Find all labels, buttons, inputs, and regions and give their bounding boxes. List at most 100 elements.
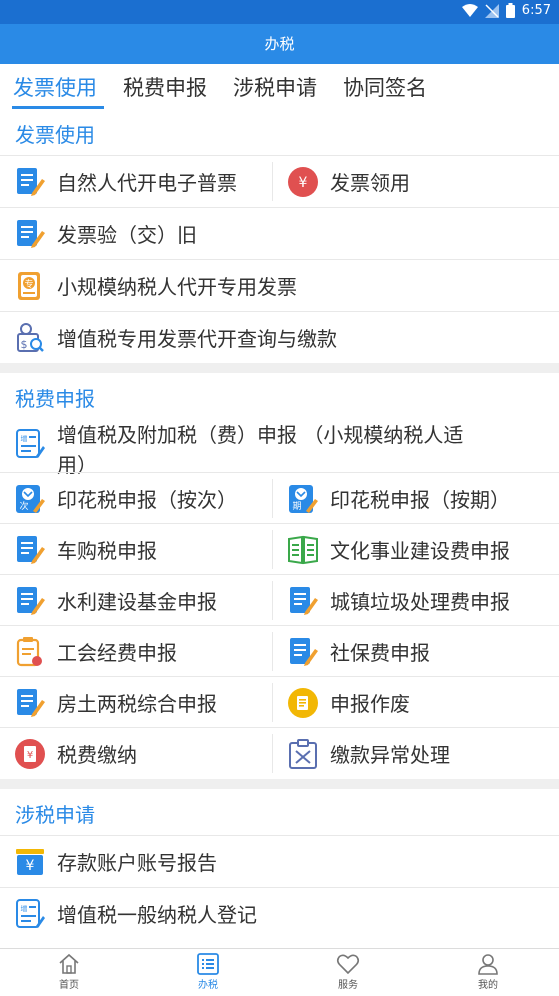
menu-item-tax-payment[interactable]: ¥ 税费缴纳 [0,728,272,779]
nav-label: 办税 [198,980,218,991]
menu-item-label: 车购税申报 [57,539,157,563]
document-edit-icon [287,636,319,668]
section-title-declare: 税费申报 [15,387,95,411]
menu-item-stamp-tax-per-period[interactable]: 期 印花税申报（按期） [273,473,559,524]
home-icon [59,953,79,974]
document-edit-icon [14,218,46,250]
menu-item-label: 水利建设基金申报 [57,590,217,614]
orange-document-icon [16,636,42,666]
menu-item-declare-void[interactable]: 申报作废 [273,677,559,728]
yuan-coin-icon: ¥ [288,166,318,197]
stamp-per-period-icon: 期 [289,484,318,513]
document-edit-icon [287,585,319,617]
vat-declare-icon: 增 [16,429,45,458]
menu-item-special-invoice-issue[interactable]: 专 小规模纳税人代开专用发票 [0,260,559,311]
list-row: 车购税申报 文化事业建设费申报 [0,523,559,575]
nav-label: 首页 [59,980,79,991]
signal-icon [484,3,499,18]
menu-item-union-fee[interactable]: 工会经费申报 [0,626,272,677]
svg-text:$: $ [21,338,28,351]
menu-item-label: 税费缴纳 [57,743,137,767]
menu-item-stamp-tax-per-time[interactable]: 次 印花税申报（按次） [0,473,272,524]
menu-item-water-fund[interactable]: 水利建设基金申报 [0,575,272,626]
svg-text:¥: ¥ [27,750,33,761]
menu-item-label: 缴款异常处理 [330,743,450,767]
svg-text:增: 增 [21,904,28,913]
tab-invoice[interactable]: 发票使用 [13,72,97,102]
wifi-icon [461,3,478,17]
status-bar: 6:57 [0,0,559,24]
tab-bar: 发票使用 税费申报 涉税申请 协同签名 [0,64,559,110]
menu-item-label: 文化事业建设费申报 [330,539,510,563]
status-time: 6:57 [521,3,551,18]
vat-register-icon: 增 [16,898,45,928]
green-book-icon [288,535,318,564]
payment-exception-icon [289,738,317,769]
menu-item-invoice-claim[interactable]: ¥ 发票领用 [273,156,559,207]
menu-item-vehicle-purchase-tax[interactable]: 车购税申报 [0,524,272,575]
badge-text: 次 [19,500,28,512]
menu-item-vat-general-register[interactable]: 增 增值税一般纳税人登记 [0,888,559,939]
menu-item-label: 发票领用 [330,171,410,195]
special-invoice-icon: 专 [18,271,40,300]
menu-item-label: 印花税申报（按期） [330,488,510,512]
section-divider [0,779,559,789]
svg-text:¥: ¥ [26,858,35,874]
user-icon [478,954,498,975]
tab-declare[interactable]: 税费申报 [123,72,207,102]
heart-icon [336,954,360,975]
menu-item-label: 增值税及附加税（费）申报 （小规模纳税人适 [57,423,464,447]
menu-item-social-security-fee[interactable]: 社保费申报 [273,626,559,677]
menu-item-label: 申报作废 [330,692,410,716]
nav-mine[interactable]: 我的 [448,952,528,991]
document-edit-icon [14,585,46,617]
menu-item-vat-declare-small[interactable]: 增 增值税及附加税（费）申报 （小规模纳税人适 用） [0,418,559,477]
list-row: 房土两税综合申报 申报作废 [0,676,559,728]
menu-item-vat-invoice-query-payment[interactable]: $ 增值税专用发票代开查询与缴款 [0,312,559,363]
list-row: 发票验（交）旧 [0,207,559,259]
list-row: 增 增值税一般纳税人登记 [0,887,559,939]
menu-item-bank-account-report[interactable]: ¥ 存款账户账号报告 [0,836,559,887]
tab-active-indicator [12,106,104,109]
stamp-per-time-icon: 次 [16,484,45,513]
tab-apply[interactable]: 涉税申请 [233,72,317,102]
tab-cosign[interactable]: 协同签名 [343,72,427,102]
menu-item-label: 社保费申报 [330,641,430,665]
list-row: 增 增值税及附加税（费）申报 （小规模纳税人适 用） [0,418,559,477]
list-row: ¥ 存款账户账号报告 [0,835,559,887]
document-edit-icon [14,687,46,719]
list-row: 自然人代开电子普票 ¥ 发票领用 [0,155,559,207]
svg-text:¥: ¥ [299,175,308,191]
menu-item-garbage-fee[interactable]: 城镇垃圾处理费申报 [273,575,559,626]
nav-home[interactable]: 首页 [29,952,109,991]
void-declare-icon [288,687,318,718]
query-payment-icon: $ [17,322,44,352]
list-icon [197,953,219,975]
bank-account-icon: ¥ [16,848,44,875]
section-title-apply: 涉税申请 [15,803,95,827]
menu-item-payment-exception[interactable]: 缴款异常处理 [273,728,559,779]
nav-label: 我的 [478,980,498,991]
list-row: $ 增值税专用发票代开查询与缴款 [0,311,559,363]
menu-item-property-land-tax[interactable]: 房土两税综合申报 [0,677,272,728]
menu-item-label: 房土两税综合申报 [57,692,217,716]
menu-item-label: 城镇垃圾处理费申报 [330,590,510,614]
battery-icon [505,3,515,18]
section-divider [0,363,559,373]
list-row: 次 印花税申报（按次） 期 印花税申报（按期） [0,472,559,524]
document-edit-icon [14,166,46,198]
page-title: 办税 [0,24,559,64]
menu-item-label: 印花税申报（按次） [57,488,237,512]
nav-service[interactable]: 服务 [308,952,388,991]
menu-item-label: 小规模纳税人代开专用发票 [57,275,297,299]
svg-text:增: 增 [21,434,28,443]
menu-item-label: 自然人代开电子普票 [57,171,237,195]
list-row: ¥ 税费缴纳 缴款异常处理 [0,727,559,779]
nav-tax[interactable]: 办税 [168,952,248,991]
list-row: 专 小规模纳税人代开专用发票 [0,259,559,311]
menu-item-natural-person-e-invoice[interactable]: 自然人代开电子普票 [0,156,272,207]
menu-item-culture-fee[interactable]: 文化事业建设费申报 [273,524,559,575]
menu-item-invoice-verify-return[interactable]: 发票验（交）旧 [0,208,559,259]
menu-item-label: 存款账户账号报告 [57,851,217,875]
svg-text:专: 专 [24,278,33,290]
